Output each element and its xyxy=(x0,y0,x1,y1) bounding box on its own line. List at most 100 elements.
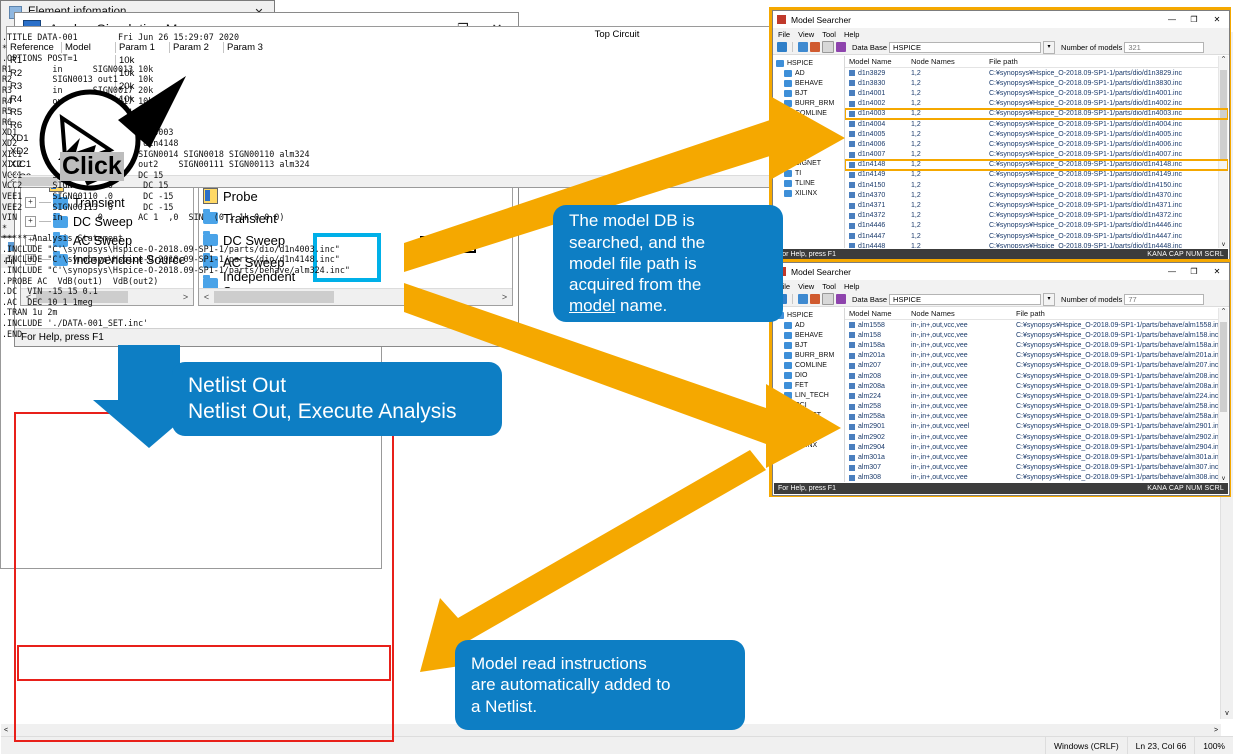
reload-icon[interactable] xyxy=(810,42,820,52)
ms1-menu-file[interactable]: File xyxy=(778,30,790,39)
ms-tree-item[interactable]: DIO xyxy=(774,118,844,128)
scroll-down-icon[interactable]: v xyxy=(1221,709,1233,719)
edit-icon[interactable] xyxy=(836,42,846,52)
hscroll-left-icon[interactable]: < xyxy=(1,727,11,734)
columns-icon[interactable] xyxy=(822,41,834,53)
minimize-icon[interactable]: — xyxy=(1161,267,1183,276)
ms1-db-select[interactable]: HSPICE xyxy=(889,41,1042,53)
model-row[interactable]: d1n4150 1,2 C:¥synopsys¥Hspice_O-2018.09-S… xyxy=(845,180,1228,190)
model-row[interactable]: d1n4148 1,2 C:¥synopsys¥Hspice_O-2018.09-S… xyxy=(845,158,1228,171)
ms-tree-item[interactable]: TI xyxy=(774,420,844,430)
model-row[interactable]: d1n4005 1,2 C:¥synopsys¥Hspice_O-2018.09-S… xyxy=(845,129,1228,139)
model-row[interactable]: alm2901 in-,in+,out,vcc,veel C:¥synopsys¥H… xyxy=(845,422,1228,432)
ms2-menu-help[interactable]: Help xyxy=(844,282,859,291)
ms-tree-item[interactable]: FET xyxy=(774,380,844,390)
ms-tree-item[interactable]: BJT xyxy=(774,340,844,350)
model-row[interactable]: d1n4372 1,2 C:¥synopsys¥Hspice_O-2018.09-S… xyxy=(845,211,1228,221)
ms-tree-item[interactable]: SIGNET xyxy=(774,158,844,168)
ms-tree-item[interactable]: AD xyxy=(774,68,844,78)
ms2-menu-tool[interactable]: Tool xyxy=(822,282,836,291)
ms1-menu-view[interactable]: View xyxy=(798,30,814,39)
ms1-menu-help[interactable]: Help xyxy=(844,30,859,39)
model-row[interactable]: d1n3829 1,2 C:¥synopsys¥Hspice_O-2018.09-S… xyxy=(845,68,1228,78)
model-row[interactable]: alm207 in-,in+,out,vcc,vee C:¥synopsys¥Hsp… xyxy=(845,361,1228,371)
ms-tree-item[interactable]: COMLINE xyxy=(774,360,844,370)
ms-tree-item[interactable]: HSPICE xyxy=(774,58,844,68)
ms-tree-item[interactable]: COMLINE xyxy=(774,108,844,118)
model-row[interactable]: d1n4004 1,2 C:¥synopsys¥Hspice_O-2018.09-S… xyxy=(845,119,1228,129)
model-row[interactable]: alm258a in-,in+,out,vcc,vee C:¥synopsys¥Hs… xyxy=(845,412,1228,422)
ms-tree-item[interactable]: BEHAVE xyxy=(774,78,844,88)
open-db-icon[interactable] xyxy=(777,42,787,52)
model-row[interactable]: alm2904 in-,in+,out,vcc,vee C:¥synopsys¥Hs… xyxy=(845,442,1228,452)
search-icon[interactable] xyxy=(798,294,808,304)
columns-icon[interactable] xyxy=(822,293,834,305)
chevron-down-icon[interactable]: ▾ xyxy=(1043,292,1056,306)
model-row[interactable]: alm201a in-,in+,out,vcc,vee C:¥synopsys¥Hs… xyxy=(845,351,1228,361)
column-header-node-names[interactable]: Node Names xyxy=(911,57,989,66)
ms-tree-item[interactable]: BJT xyxy=(774,88,844,98)
column-header-model-name[interactable]: Model Name xyxy=(845,57,911,66)
model-row[interactable]: alm307 in-,in+,out,vcc,vee C:¥synopsys¥Hsp… xyxy=(845,463,1228,473)
model-row[interactable]: d1n4448 1,2 C:¥synopsys¥Hspice_O-2018.09-S… xyxy=(845,241,1228,248)
search-icon[interactable] xyxy=(798,42,808,52)
model-row[interactable]: d1n4003 1,2 C:¥synopsys¥Hspice_O-2018.09-S… xyxy=(845,107,1228,120)
column-header-file-path[interactable]: File path xyxy=(989,57,1228,66)
ms2-menu-view[interactable]: View xyxy=(798,282,814,291)
model-row[interactable]: alm208a in-,in+,out,vcc,vee C:¥synopsys¥Hs… xyxy=(845,381,1228,391)
model-row[interactable]: alm224 in-,in+,out,vcc,vee C:¥synopsys¥Hsp… xyxy=(845,391,1228,401)
model-row[interactable]: alm158 in-,in+,out,vcc,vee C:¥synopsys¥Hsp… xyxy=(845,330,1228,340)
chevron-down-icon[interactable]: ▾ xyxy=(1043,40,1056,54)
ms-tree-item[interactable]: LIN_TECH xyxy=(774,390,844,400)
ms-tree-item[interactable]: LIN_TECH xyxy=(774,138,844,148)
column-header-file-path[interactable]: File path xyxy=(1016,309,1228,318)
close-icon[interactable]: ✕ xyxy=(1205,267,1229,276)
model-row[interactable]: alm258 in-,in+,out,vcc,vee C:¥synopsys¥Hsp… xyxy=(845,402,1228,412)
ms-tree-item[interactable]: BURR_BRM xyxy=(774,350,844,360)
model-row[interactable]: d1n4001 1,2 C:¥synopsys¥Hspice_O-2018.09-S… xyxy=(845,88,1228,98)
model-row[interactable]: d1n4002 1,2 C:¥synopsys¥Hspice_O-2018.09-S… xyxy=(845,99,1228,109)
model-row[interactable]: d1n4370 1,2 C:¥synopsys¥Hspice_O-2018.09-S… xyxy=(845,190,1228,200)
ms1-vertical-scrollbar[interactable]: ^ v xyxy=(1218,56,1228,248)
model-row[interactable]: d1n3830 1,2 C:¥synopsys¥Hspice_O-2018.09-S… xyxy=(845,78,1228,88)
edit-icon[interactable] xyxy=(836,294,846,304)
ms1-category-tree[interactable]: HSPICE AD BEHAVE BJT BURR_BRM COMLINE DIO FET LI… xyxy=(774,56,845,248)
scroll-down-icon[interactable]: v xyxy=(1219,242,1228,248)
model-row[interactable]: d1n4446 1,2 C:¥synopsys¥Hspice_O-2018.09-S… xyxy=(845,221,1228,231)
ms-tree-item[interactable]: DIO xyxy=(774,370,844,380)
scroll-up-icon[interactable]: ^ xyxy=(1219,308,1228,314)
ms-tree-item[interactable]: SIGNET xyxy=(774,410,844,420)
model-row[interactable]: alm2902 in-,in+,out,vcc,vee C:¥synopsys¥Hs… xyxy=(845,432,1228,442)
ms-tree-item[interactable]: TLINE xyxy=(774,178,844,188)
reload-icon[interactable] xyxy=(810,294,820,304)
ms1-menu-tool[interactable]: Tool xyxy=(822,30,836,39)
column-header-model-name[interactable]: Model Name xyxy=(845,309,911,318)
ms-tree-item[interactable]: TI xyxy=(774,168,844,178)
ms-tree-item[interactable]: PCI xyxy=(774,148,844,158)
model-row[interactable]: alm208 in-,in+,out,vcc,vee C:¥synopsys¥Hsp… xyxy=(845,371,1228,381)
column-header-node-names[interactable]: Node Names xyxy=(911,309,1016,318)
model-row[interactable]: d1n4371 1,2 C:¥synopsys¥Hspice_O-2018.09-S… xyxy=(845,200,1228,210)
ms-tree-item[interactable]: TUNE xyxy=(774,430,844,440)
hscroll-right-icon[interactable]: > xyxy=(1211,727,1221,734)
minimize-icon[interactable]: — xyxy=(1161,15,1183,24)
ms-tree-item[interactable]: XILINX xyxy=(774,188,844,198)
ms2-vertical-scrollbar[interactable]: ^ v xyxy=(1218,308,1228,482)
maximize-icon[interactable]: ❐ xyxy=(1183,15,1205,24)
ms1-model-list[interactable]: Model Name Node Names File path d1n3829 1… xyxy=(845,56,1228,248)
model-row[interactable]: d1n4007 1,2 C:¥synopsys¥Hspice_O-2018.09-S… xyxy=(845,150,1228,160)
model-row[interactable]: alm301a in-,in+,out,vcc,vee C:¥synopsys¥Hs… xyxy=(845,452,1228,462)
ms2-model-list[interactable]: Model Name Node Names File path alm1558 i… xyxy=(845,308,1228,482)
ms-tree-item[interactable]: XILINX xyxy=(774,440,844,450)
model-row[interactable]: alm158a in-,in+,out,vcc,vee C:¥synopsys¥Hs… xyxy=(845,340,1228,350)
ms-tree-item[interactable]: AD xyxy=(774,320,844,330)
ms2-category-tree[interactable]: HSPICE AD BEHAVE BJT BURR_BRM COMLINE DIO FET LI… xyxy=(774,308,845,482)
scroll-down-icon[interactable]: v xyxy=(1219,476,1228,482)
model-row[interactable]: alm1558 in-,in+,out,vcc,vee C:¥synopsys¥Hs… xyxy=(845,320,1228,330)
ms-tree-item[interactable]: FET xyxy=(774,128,844,138)
ms-tree-item[interactable]: BEHAVE xyxy=(774,330,844,340)
ms-tree-item[interactable]: PCI xyxy=(774,400,844,410)
close-icon[interactable]: ✕ xyxy=(1205,15,1229,24)
maximize-icon[interactable]: ❐ xyxy=(1183,267,1205,276)
model-row[interactable]: d1n4447 1,2 C:¥synopsys¥Hspice_O-2018.09-S… xyxy=(845,231,1228,241)
